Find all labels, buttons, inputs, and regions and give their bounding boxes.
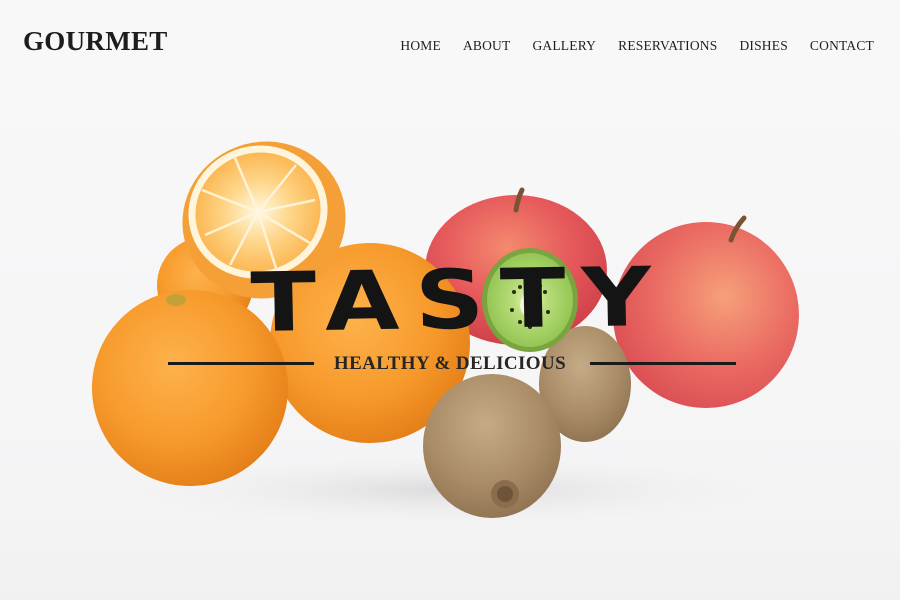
page: GOURMET HOME ABOUT GALLERY RESERVATIONS … — [0, 0, 900, 600]
hero: TASTY HEALTHY & DELICIOUS — [0, 0, 900, 600]
site-header: GOURMET HOME ABOUT GALLERY RESERVATIONS … — [0, 0, 900, 90]
hero-subtitle: HEALTHY & DELICIOUS — [333, 353, 567, 374]
nav-item-home[interactable]: HOME — [400, 38, 441, 54]
nav-item-dishes[interactable]: DISHES — [739, 38, 787, 54]
nav-item-contact[interactable]: CONTACT — [810, 38, 874, 54]
brand-logo[interactable]: GOURMET — [23, 26, 168, 57]
nav-item-gallery[interactable]: GALLERY — [532, 38, 596, 54]
nav-item-reservations[interactable]: RESERVATIONS — [618, 38, 717, 54]
main-nav: HOME ABOUT GALLERY RESERVATIONS DISHES C… — [400, 38, 874, 54]
nav-item-about[interactable]: ABOUT — [463, 38, 511, 54]
hero-title: TASTY — [249, 249, 669, 351]
